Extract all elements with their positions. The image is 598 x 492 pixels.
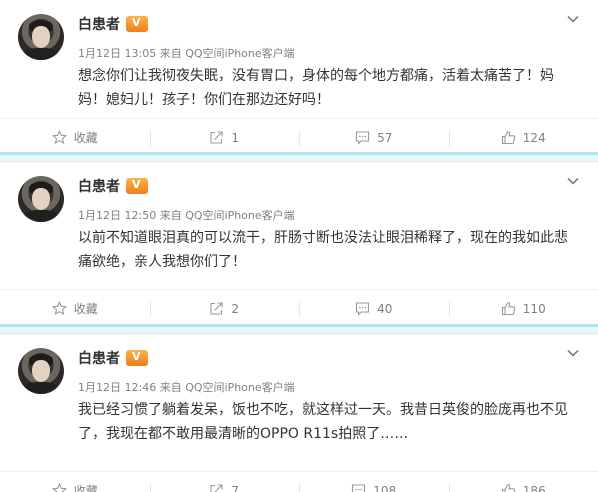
post-meta: 1月12日 12:50 来自 QQ空间iPhone客户端 [78, 207, 295, 223]
weibo-post: 白患者 1月12日 12:50 来自 QQ空间iPhone客户端 以前不知道眼泪… [0, 162, 598, 324]
like-count: 186 [522, 483, 546, 492]
repost-count: 1 [231, 130, 240, 145]
post-text: 想念你们让我彻夜失眠，没有胃口，身体的每个地方都痛，活着太痛苦了！妈妈！媳妇儿！… [78, 68, 554, 108]
thumbs-up-icon [501, 301, 515, 316]
author-row: 白患者 [78, 348, 148, 368]
favorite-button[interactable]: 收藏 [0, 119, 150, 157]
post-meta: 1月12日 13:05 来自 QQ空间iPhone客户端 [78, 45, 295, 61]
vip-crown-icon[interactable] [126, 350, 148, 366]
star-icon [51, 301, 67, 316]
avatar-face [32, 360, 50, 382]
like-button[interactable]: 186 [448, 472, 598, 492]
favorite-button[interactable]: 收藏 [0, 290, 150, 328]
author-name[interactable]: 白患者 [78, 176, 120, 196]
chevron-down-icon[interactable] [566, 174, 580, 188]
weibo-post: 白患者 1月12日 13:05 来自 QQ空间iPhone客户端 想念你们让我彻… [0, 0, 598, 152]
comment-icon [356, 302, 370, 316]
action-bar: 收藏 1 57 124 [0, 118, 598, 156]
comment-count: 108 [373, 483, 397, 492]
thumbs-up-icon [501, 483, 515, 492]
post-source[interactable]: 来自 QQ空间iPhone客户端 [160, 381, 295, 394]
like-button[interactable]: 124 [448, 119, 598, 157]
favorite-label: 收藏 [73, 302, 98, 316]
star-icon [51, 483, 67, 492]
post-date[interactable]: 1月12日 12:46 [78, 381, 156, 394]
repost-button[interactable]: 2 [149, 290, 300, 328]
repost-count: 2 [231, 301, 240, 316]
vip-crown-icon[interactable] [126, 16, 148, 32]
comment-button[interactable]: 57 [299, 119, 449, 157]
like-button[interactable]: 110 [448, 290, 598, 328]
chevron-down-icon[interactable] [566, 346, 580, 360]
author-name[interactable]: 白患者 [78, 348, 120, 368]
repost-icon [210, 131, 223, 144]
comment-count: 40 [377, 301, 393, 316]
post-text: 以前不知道眼泪真的可以流干，肝肠寸断也没法让眼泪稀释了，现在的我如此悲痛欲绝，亲… [78, 230, 568, 270]
avatar-face [32, 188, 50, 210]
action-bar: 收藏 7 108 186 [0, 471, 598, 492]
post-source[interactable]: 来自 QQ空间iPhone客户端 [160, 209, 295, 222]
vip-crown-icon[interactable] [126, 178, 148, 194]
author-row: 白患者 [78, 14, 148, 34]
author-row: 白患者 [78, 176, 148, 196]
post-text: 我已经习惯了躺着发呆，饭也不吃，就这样过一天。我昔日英俊的脸庞再也不见了，我现在… [78, 402, 568, 442]
avatar[interactable] [18, 14, 64, 60]
comment-icon [352, 484, 366, 492]
avatar-shirt [24, 210, 58, 222]
post-date[interactable]: 1月12日 12:50 [78, 209, 156, 222]
repost-count: 7 [231, 483, 240, 492]
favorite-label: 收藏 [73, 131, 98, 145]
repost-icon [210, 302, 223, 315]
comment-count: 57 [377, 130, 393, 145]
thumbs-up-icon [501, 130, 515, 145]
like-count: 110 [522, 301, 546, 316]
favorite-label: 收藏 [73, 484, 98, 492]
comment-button[interactable]: 108 [299, 472, 449, 492]
repost-button[interactable]: 1 [149, 119, 300, 157]
avatar[interactable] [18, 176, 64, 222]
post-meta: 1月12日 12:46 来自 QQ空间iPhone客户端 [78, 379, 295, 395]
comment-icon [356, 131, 370, 145]
repost-icon [210, 484, 223, 492]
weibo-post: 白患者 1月12日 12:46 来自 QQ空间iPhone客户端 我已经习惯了躺… [0, 334, 598, 492]
avatar-face [32, 26, 50, 48]
author-name[interactable]: 白患者 [78, 14, 120, 34]
post-date[interactable]: 1月12日 13:05 [78, 47, 156, 60]
action-bar: 收藏 2 40 110 [0, 289, 598, 327]
avatar[interactable] [18, 348, 64, 394]
comment-button[interactable]: 40 [299, 290, 449, 328]
weibo-feed: 白患者 1月12日 13:05 来自 QQ空间iPhone客户端 想念你们让我彻… [0, 0, 598, 492]
star-icon [51, 130, 67, 145]
post-source[interactable]: 来自 QQ空间iPhone客户端 [160, 47, 295, 60]
like-count: 124 [522, 130, 546, 145]
avatar-shirt [24, 48, 58, 60]
favorite-button[interactable]: 收藏 [0, 472, 150, 492]
repost-button[interactable]: 7 [149, 472, 300, 492]
chevron-down-icon[interactable] [566, 12, 580, 26]
avatar-shirt [24, 382, 58, 394]
